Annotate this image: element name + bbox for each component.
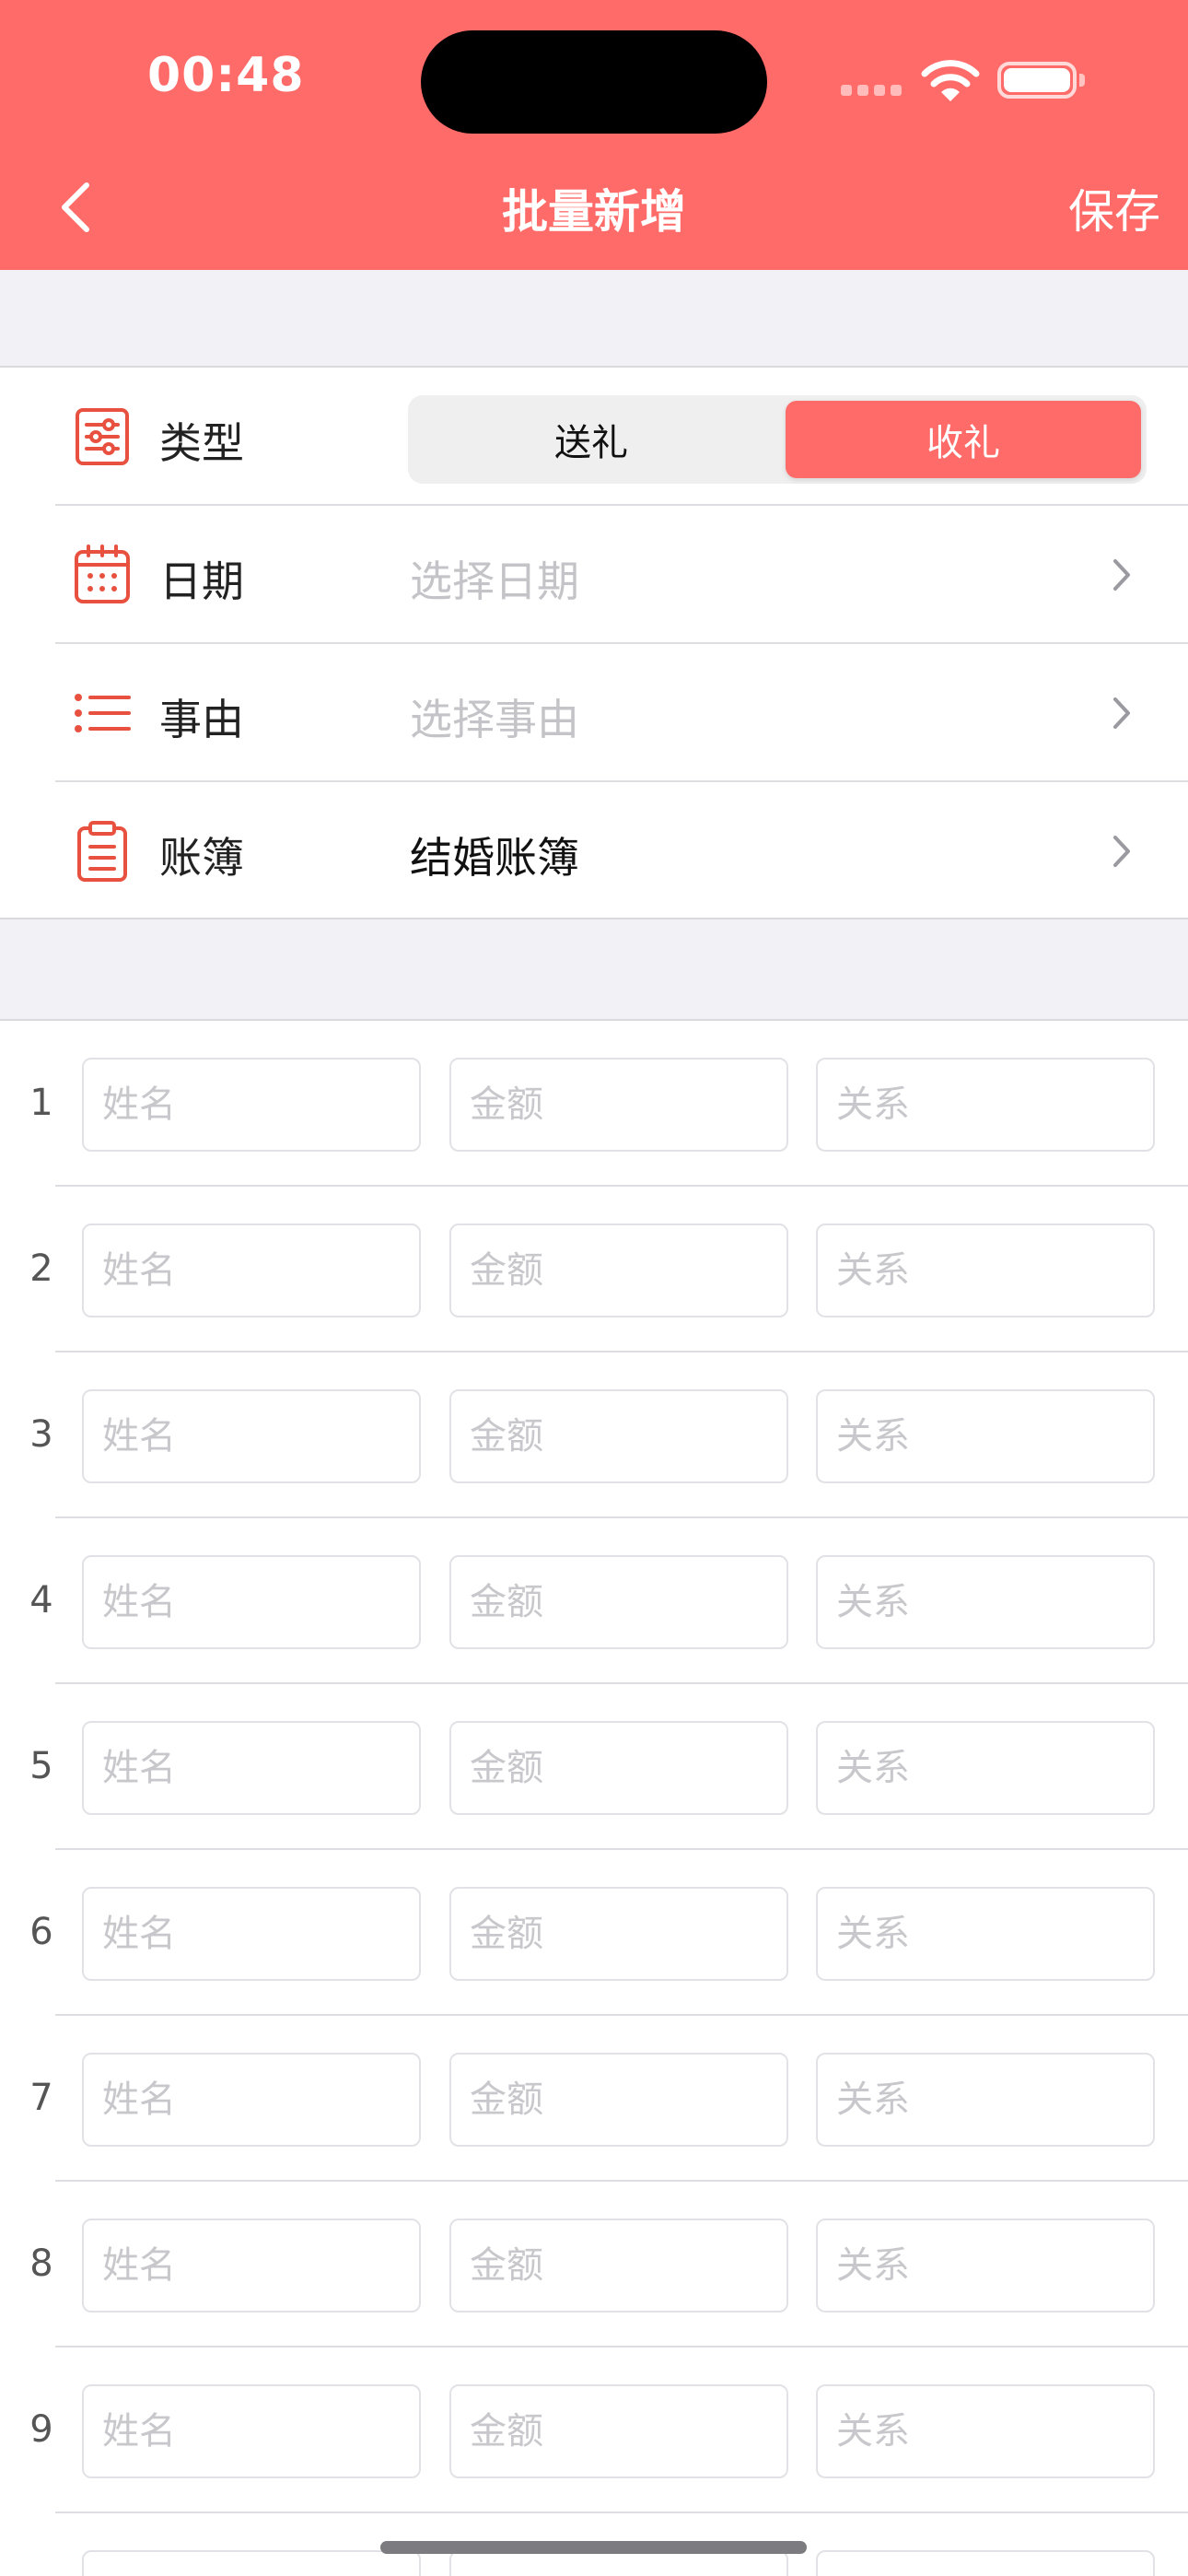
row-number: 5 <box>29 1745 53 1787</box>
name-input[interactable] <box>82 2053 421 2147</box>
name-input[interactable] <box>82 1058 421 1152</box>
form-row-date[interactable]: 日期 选择日期 <box>0 506 1188 644</box>
entry-list: 1 2 3 4 5 <box>0 1019 1188 2576</box>
relation-input[interactable] <box>816 1224 1155 1317</box>
type-label: 类型 <box>159 418 244 468</box>
calendar-icon <box>75 544 130 603</box>
name-input[interactable] <box>82 2219 421 2313</box>
amount-input[interactable] <box>449 1721 788 1815</box>
batch-settings-form: 类型 送礼 收礼 日期 选择日期 事由 选择事由 账簿 结婚账簿 <box>0 366 1188 919</box>
clipboard-icon <box>77 821 127 882</box>
relation-input[interactable] <box>816 1058 1155 1152</box>
relation-input[interactable] <box>816 2053 1155 2147</box>
entry-row: 6 <box>0 1850 1188 2016</box>
dynamic-island <box>421 30 767 134</box>
filter-settings-icon <box>76 408 129 465</box>
entry-row: 1 <box>0 1021 1188 1187</box>
row-number: 2 <box>29 1247 53 1290</box>
row-number: 6 <box>29 1911 53 1953</box>
amount-input[interactable] <box>449 1389 788 1483</box>
amount-input[interactable] <box>449 2219 788 2313</box>
amount-input[interactable] <box>449 1555 788 1649</box>
date-value: 选择日期 <box>410 556 579 606</box>
name-input[interactable] <box>82 1721 421 1815</box>
name-input[interactable] <box>82 2384 421 2478</box>
battery-icon <box>997 62 1085 99</box>
cellular-signal-icon <box>841 85 905 98</box>
row-number: 3 <box>29 1413 53 1456</box>
relation-input[interactable] <box>816 2384 1155 2478</box>
form-row-type: 类型 送礼 收礼 <box>0 368 1188 506</box>
name-input[interactable] <box>82 2550 421 2576</box>
relation-input[interactable] <box>816 1389 1155 1483</box>
amount-input[interactable] <box>449 1058 788 1152</box>
entry-row: 3 <box>0 1352 1188 1518</box>
amount-input[interactable] <box>449 1887 788 1981</box>
wifi-icon <box>921 57 980 103</box>
chevron-left-icon <box>62 182 89 232</box>
amount-input[interactable] <box>449 2053 788 2147</box>
amount-input[interactable] <box>449 1224 788 1317</box>
entry-row: 2 <box>0 1187 1188 1352</box>
entry-row: 4 <box>0 1518 1188 1684</box>
reason-label: 事由 <box>159 695 244 744</box>
name-input[interactable] <box>82 1555 421 1649</box>
ledger-label: 账簿 <box>159 833 244 883</box>
relation-input[interactable] <box>816 1887 1155 1981</box>
page-title: 批量新增 <box>502 185 686 239</box>
batch-add-screen: 00:48 批量新增 保存 类型 送礼 收礼 日期 选择日期 事由 选择事由 账… <box>0 0 1188 2576</box>
entry-row: 5 <box>0 1684 1188 1850</box>
segment-receive-gift[interactable]: 收礼 <box>786 401 1141 478</box>
segment-send-gift[interactable]: 送礼 <box>413 401 769 478</box>
row-number: 7 <box>29 2077 53 2119</box>
name-input[interactable] <box>82 1224 421 1317</box>
status-time: 00:48 <box>147 48 305 103</box>
row-number: 8 <box>29 2242 53 2285</box>
relation-input[interactable] <box>816 2219 1155 2313</box>
row-number: 9 <box>29 2408 53 2451</box>
date-label: 日期 <box>159 556 244 606</box>
relation-input[interactable] <box>816 1721 1155 1815</box>
chevron-right-icon <box>1113 697 1130 729</box>
back-button[interactable] <box>46 170 111 244</box>
amount-input[interactable] <box>449 2384 788 2478</box>
nav-header: 00:48 批量新增 保存 <box>0 0 1188 270</box>
list-icon <box>75 694 131 732</box>
relation-input[interactable] <box>816 2550 1155 2576</box>
name-input[interactable] <box>82 1389 421 1483</box>
entry-row: 7 <box>0 2016 1188 2182</box>
entry-row: 8 <box>0 2182 1188 2348</box>
amount-input[interactable] <box>449 2550 788 2576</box>
form-row-ledger[interactable]: 账簿 结婚账簿 <box>0 782 1188 920</box>
reason-value: 选择事由 <box>410 695 579 744</box>
chevron-right-icon <box>1113 836 1130 867</box>
row-number: 1 <box>29 1082 53 1124</box>
ledger-value: 结婚账簿 <box>410 833 579 883</box>
home-indicator <box>380 2541 807 2554</box>
form-row-reason[interactable]: 事由 选择事由 <box>0 644 1188 782</box>
save-button[interactable]: 保存 <box>1022 175 1160 241</box>
type-segmented-control: 送礼 收礼 <box>408 395 1147 484</box>
row-number: 4 <box>29 1579 53 1622</box>
chevron-right-icon <box>1113 559 1130 591</box>
name-input[interactable] <box>82 1887 421 1981</box>
relation-input[interactable] <box>816 1555 1155 1649</box>
entry-row: 9 <box>0 2348 1188 2513</box>
